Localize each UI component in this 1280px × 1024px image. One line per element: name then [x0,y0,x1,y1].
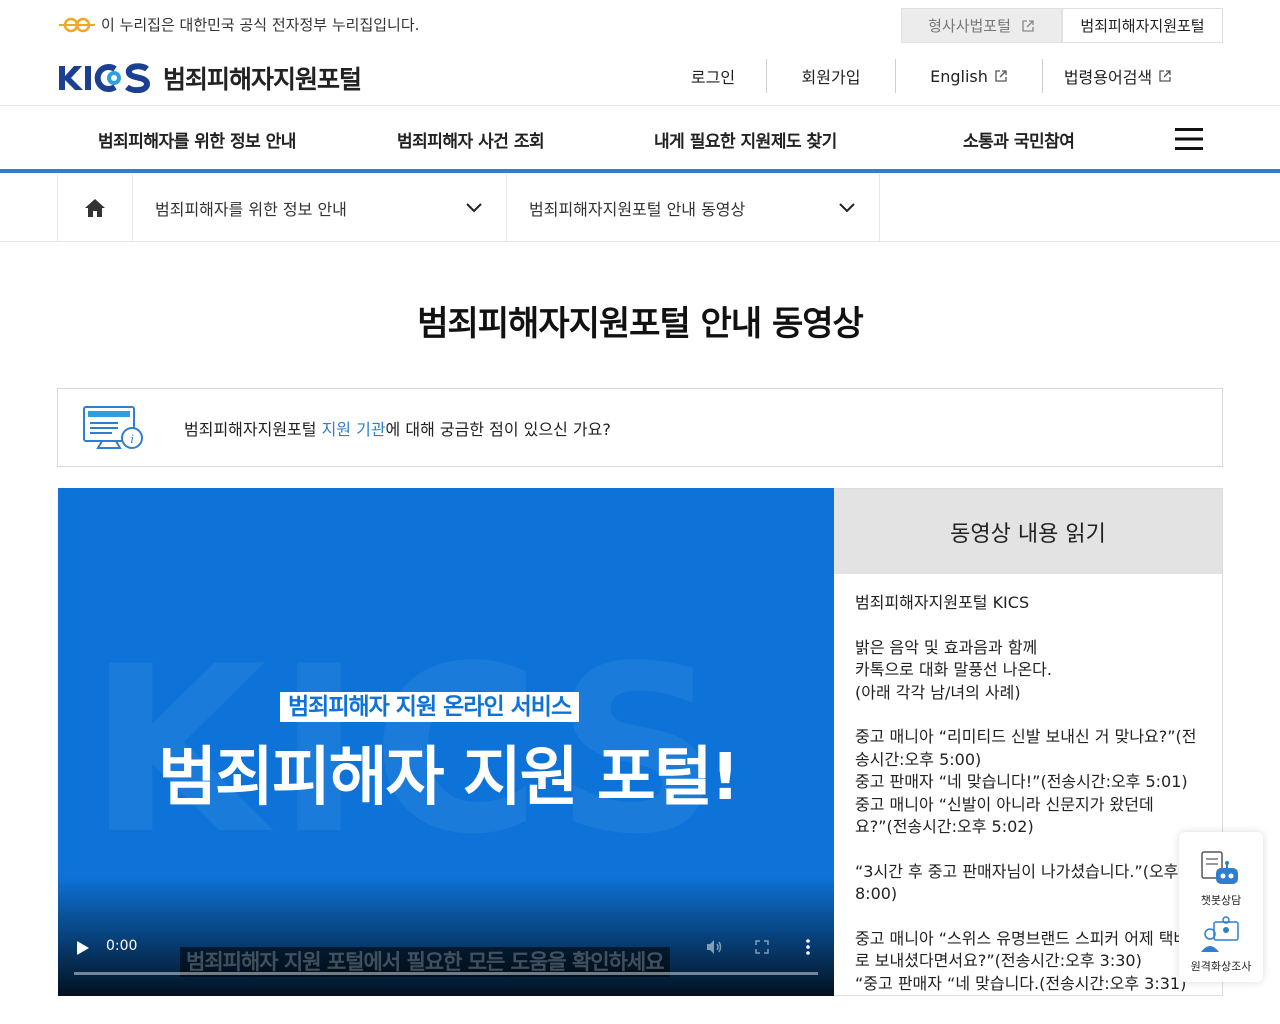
monitor-info-icon: i [83,405,143,449]
external-link-icon [1159,70,1171,82]
video-player[interactable]: KICS 범죄피해자 지원 온라인 서비스 범죄피해자 지원 포털! 범죄피해자… [58,488,834,996]
utility-nav: 로그인 회원가입 English 법령용어검색 [660,58,1193,94]
gov-notice: 이 누리집은 대한민국 공식 전자정부 누리집입니다. [57,14,419,35]
logo-text: 범죄피해자지원포털 [163,65,362,94]
video-controls-gradient [58,876,834,996]
breadcrumb-home[interactable] [57,174,133,242]
portal-tab-label: 형사사법포털 [928,17,1011,35]
main-nav: 범죄피해자를 위한 정보 안내 범죄피해자 사건 조회 내게 필요한 지원제도 … [0,107,1280,173]
script-paragraph: 중고 매니아 “스위스 유명브랜드 스피커 어제 택배로 보내셨다면서요?”(전… [855,928,1195,993]
notice-text-post: 에 대해 궁금한 점이 있으신 가요? [385,419,611,439]
quick-menu: 챗봇상담 원격화상조사 [1179,832,1263,982]
chatbot-label: 챗봇상담 [1200,894,1242,907]
breadcrumb-depth2-label: 범죄피해자지원포털 안내 동영상 [529,200,746,219]
breadcrumb-depth1-select[interactable]: 범죄피해자를 위한 정보 안내 [133,174,507,242]
script-body[interactable]: 범죄피해자지원포털 KICS 밝은 음악 및 효과음과 함께 카톡으로 대화 말… [834,574,1222,995]
chevron-down-icon [466,203,482,213]
video-call-icon [1201,916,1239,952]
gov-emblem-icon [59,17,95,32]
external-link-icon [1022,19,1034,32]
play-icon[interactable] [76,940,90,956]
portal-tabs: 형사사법포털 범죄피해자지원포털 [901,8,1223,43]
kics-logo-icon [59,63,151,93]
script-paragraph: 중고 매니아 “리미티드 신발 보내신 거 맞나요?”(전송시간:오후 5:00… [855,727,1197,836]
login-label: 로그인 [690,68,736,87]
gnb-item-case-lookup[interactable]: 범죄피해자 사건 조회 [397,127,545,152]
breadcrumb-depth1-label: 범죄피해자를 위한 정보 안내 [155,200,347,219]
volume-icon[interactable] [706,939,722,955]
site-logo[interactable]: 범죄피해자지원포털 [57,60,362,96]
script-paragraph: “3시간 후 중고 판매자님이 나가셨습니다.”(오후 8:00) [855,861,1179,904]
external-link-icon [995,70,1007,82]
script-paragraph: 밝은 음악 및 효과음과 함께 카톡으로 대화 말풍선 나온다. (아래 각각 … [855,637,1052,702]
legal-term-search-link[interactable]: 법령용어검색 [1043,58,1193,94]
video-investigation-label: 원격화상조사 [1190,960,1252,973]
video-script-panel: 동영상 내용 읽기 범죄피해자지원포털 KICS 밝은 음악 및 효과음과 함께… [834,488,1223,996]
svg-text:i: i [130,431,134,446]
script-heading: 동영상 내용 읽기 [834,489,1222,574]
notice-text-pre: 범죄피해자지원포털 [184,419,322,439]
video-headline: 범죄피해자 지원 포털! [158,741,740,815]
gnb-item-support-finder[interactable]: 내게 필요한 지원제도 찾기 [654,127,837,152]
video-investigation-button[interactable]: 원격화상조사 [1179,916,1263,974]
gov-banner: 이 누리집은 대한민국 공식 전자정부 누리집입니다. 형사사법포털 범죄피해자… [0,0,1280,48]
breadcrumb-depth2-select[interactable]: 범죄피해자지원포털 안내 동영상 [507,174,880,242]
video-subtitle: 범죄피해자 지원 온라인 서비스 [280,692,580,722]
hamburger-menu-icon[interactable] [1175,127,1203,151]
portal-tab-victim-support[interactable]: 범죄피해자지원포털 [1062,8,1223,43]
fullscreen-icon[interactable] [755,940,769,954]
signup-label: 회원가입 [801,68,861,87]
more-options-icon[interactable] [806,939,810,955]
site-header: 범죄피해자지원포털 로그인 회원가입 English 법령용어검색 [0,48,1280,106]
chevron-down-icon [839,203,855,213]
english-label: English [930,66,988,86]
notice-text: 범죄피해자지원포털 지원 기관에 대해 궁금한 점이 있으신 가요? [184,416,611,440]
home-icon [85,199,105,217]
video-time: 0:00 [106,938,138,954]
portal-tab-label: 범죄피해자지원포털 [1080,17,1205,35]
info-notice-box: i 범죄피해자지원포털 지원 기관에 대해 궁금한 점이 있으신 가요? [57,388,1223,467]
gnb-item-victim-info[interactable]: 범죄피해자를 위한 정보 안내 [98,127,296,152]
gov-notice-text: 이 누리집은 대한민국 공식 전자정부 누리집입니다. [101,16,420,34]
login-link[interactable]: 로그인 [660,58,766,94]
chatbot-button[interactable]: 챗봇상담 [1179,850,1263,908]
gnb-item-participation[interactable]: 소통과 국민참여 [963,127,1075,152]
script-paragraph: 범죄피해자지원포털 KICS [855,593,1030,612]
signup-link[interactable]: 회원가입 [767,58,895,94]
chatbot-icon [1201,851,1238,884]
portal-tab-criminal-justice[interactable]: 형사사법포털 [901,8,1062,43]
page-title: 범죄피해자지원포털 안내 동영상 [417,304,864,344]
english-link[interactable]: English [896,58,1042,94]
breadcrumb: 범죄피해자를 위한 정보 안내 범죄피해자지원포털 안내 동영상 [0,174,1280,242]
video-progress-bar[interactable] [74,972,818,975]
legal-term-search-label: 법령용어검색 [1063,68,1153,87]
support-agency-link[interactable]: 지원 기관 [322,420,386,439]
